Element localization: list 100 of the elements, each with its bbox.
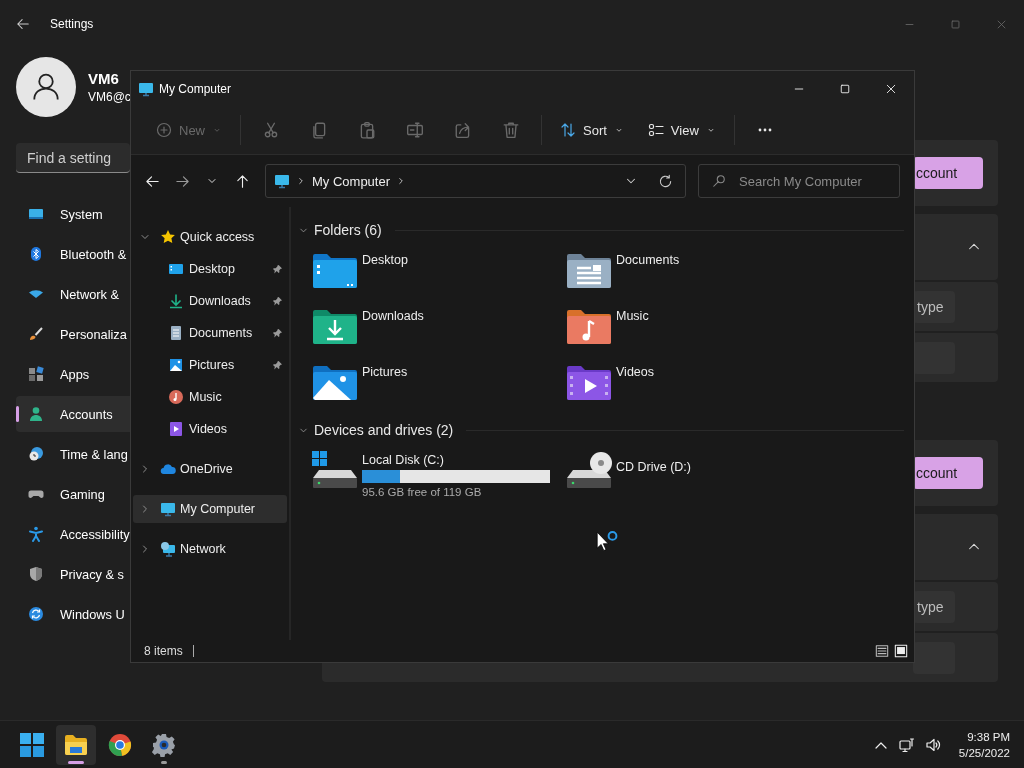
browser-icon <box>108 732 132 757</box>
nav-pane-item[interactable]: My Computer <box>133 495 287 523</box>
window-title: Settings <box>50 17 94 31</box>
back-icon <box>16 17 30 31</box>
large-icons-view-icon <box>894 644 908 658</box>
nav-pane-item[interactable]: Music <box>133 383 287 411</box>
picture-icon <box>168 357 184 373</box>
search-icon <box>712 174 726 188</box>
clock-button[interactable]: 9:38 PM 5/25/2022 <box>958 728 1010 761</box>
nav-item[interactable]: Personaliza <box>16 316 130 352</box>
user-email: VM6@c <box>88 90 131 104</box>
folder-item[interactable]: Documents <box>552 250 806 306</box>
cloud-icon <box>160 461 176 477</box>
trash-icon <box>502 121 520 139</box>
large-buttons-view-icon[interactable] <box>894 644 908 658</box>
back-icon <box>144 173 160 189</box>
share-icon <box>454 121 472 139</box>
back-button[interactable] <box>16 17 30 31</box>
nav-pane-item[interactable]: Videos <box>133 415 287 443</box>
scissors-icon <box>262 121 280 139</box>
volume-icon <box>924 736 941 753</box>
sort-button[interactable]: Sort <box>552 113 632 147</box>
nav-item[interactable]: Accessibility <box>16 516 130 552</box>
star-icon <box>160 229 176 245</box>
download-icon <box>168 293 184 309</box>
nav-item[interactable]: Accounts <box>16 396 130 432</box>
folder-item[interactable]: Music <box>552 306 806 362</box>
search-field[interactable]: Find a setting <box>16 143 130 173</box>
change-type-button[interactable]: type <box>913 290 955 323</box>
up-arrow-icon <box>234 173 250 189</box>
add-account-button[interactable]: ccount <box>913 457 983 489</box>
list-view-icon <box>647 122 664 138</box>
nav-pane-item[interactable]: Network <box>133 535 287 563</box>
nav-item[interactable]: Windows U <box>16 596 130 632</box>
copy-icon <box>310 121 328 139</box>
volume-button[interactable] <box>924 736 941 753</box>
update-icon <box>28 606 44 622</box>
nav-item[interactable]: System <box>16 196 130 232</box>
nav-pane-item[interactable]: Quick access <box>133 223 287 251</box>
hard-drive-icon <box>311 450 359 490</box>
gear-icon <box>152 732 176 757</box>
breadcrumb-item[interactable]: My Computer <box>312 173 391 189</box>
cd-drive-icon <box>565 450 613 490</box>
nav-pane-item[interactable]: Documents <box>133 319 287 347</box>
view-button[interactable]: View <box>639 113 724 147</box>
address-bar[interactable]: My Computer <box>265 164 686 198</box>
network-status-button[interactable] <box>898 736 915 753</box>
nav-pane-item[interactable]: Pictures <box>133 351 287 379</box>
user-name: VM6 <box>88 70 120 87</box>
nav-pane-item[interactable]: Desktop <box>133 255 287 283</box>
monitor-icon <box>138 80 154 97</box>
add-account-button[interactable]: ccount <box>913 157 983 189</box>
avatar-icon <box>16 57 76 117</box>
shield-icon <box>28 566 44 582</box>
folder-item[interactable]: Pictures <box>298 362 552 418</box>
forward-icon <box>174 173 190 189</box>
details-view-icon <box>875 644 889 658</box>
apps-icon <box>28 366 44 382</box>
network-monitor-icon <box>898 736 915 753</box>
nav-item[interactable]: Time & lang <box>16 436 130 472</box>
folder-item[interactable]: Desktop <box>298 250 552 306</box>
network-icon <box>160 541 176 557</box>
details-view-button[interactable] <box>875 644 889 658</box>
monitor-icon <box>274 173 290 189</box>
chevron-right-icon <box>296 176 306 186</box>
nav-item[interactable]: Privacy & s <box>16 556 130 592</box>
folder-icon <box>64 732 88 757</box>
nav-item[interactable]: Gaming <box>16 476 130 512</box>
bluetooth-icon <box>28 246 44 262</box>
folder-item[interactable]: Downloads <box>298 306 552 362</box>
search-field[interactable]: Search My Computer <box>698 164 900 198</box>
maximize-icon <box>949 18 961 30</box>
item-count: 8 items <box>144 644 183 658</box>
refresh-icon <box>657 173 673 189</box>
drive-item[interactable]: CD Drive (D:) <box>552 450 806 506</box>
monitor-icon <box>28 206 44 222</box>
document-icon <box>168 325 184 341</box>
maximize-icon <box>839 82 851 95</box>
windows-logo-icon <box>20 732 44 757</box>
rename-icon <box>406 121 424 139</box>
nav-item[interactable]: Network & <box>16 276 130 312</box>
sort-icon <box>560 122 576 138</box>
globe-clock-icon <box>28 446 44 462</box>
plus-circle-icon <box>156 122 172 138</box>
clipboard-icon <box>358 121 376 139</box>
window-title: My Computer <box>159 81 232 96</box>
nav-item[interactable]: Apps <box>16 356 130 392</box>
nav-pane-item[interactable]: OneDrive <box>133 455 287 483</box>
group-header[interactable]: Devices and drives (2) <box>298 418 904 442</box>
nav-item[interactable]: Bluetooth & <box>16 236 130 272</box>
folder-item[interactable]: Videos <box>552 362 806 418</box>
nav-pane-item[interactable]: Downloads <box>133 287 287 315</box>
taskbar-button[interactable] <box>56 724 96 765</box>
video-icon <box>168 421 184 437</box>
accessibility-icon <box>28 526 44 542</box>
person-icon <box>28 406 44 422</box>
change-type-button[interactable]: type <box>913 590 955 623</box>
group-header[interactable]: Folders (6) <box>298 218 904 242</box>
drive-item[interactable]: Local Disk (C:) 95.6 GB free of 119 GB <box>298 450 552 506</box>
music-icon <box>168 389 184 405</box>
